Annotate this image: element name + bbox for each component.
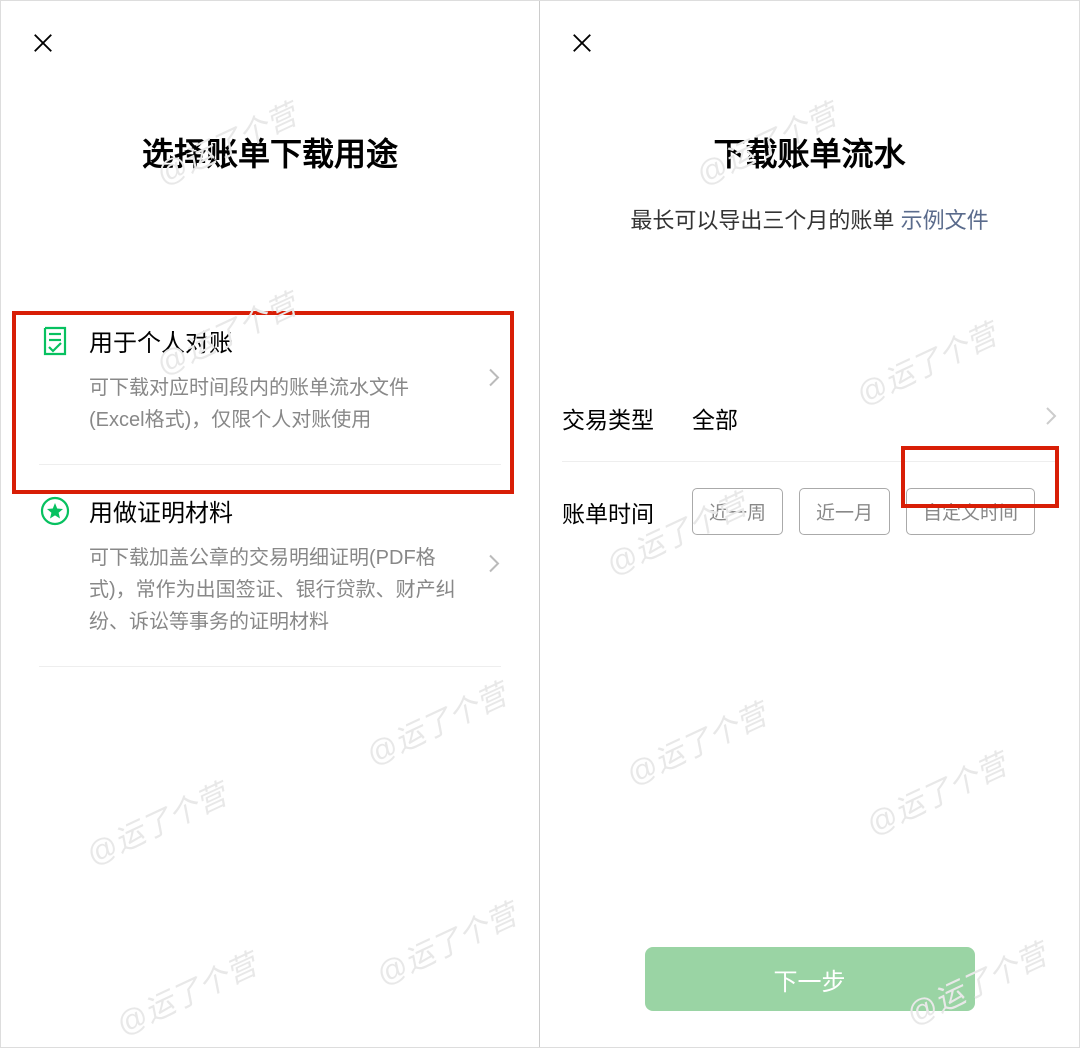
purpose-option-list: 用于个人对账 可下载对应时间段内的账单流水文件(Excel格式)，仅限个人对账使… bbox=[1, 295, 539, 667]
panel-select-purpose: 选择账单下载用途 用于个人对账 可下载对应时间段内的账单流水文件(Excel格式… bbox=[1, 1, 540, 1047]
star-badge-icon bbox=[39, 495, 71, 527]
close-icon bbox=[32, 32, 54, 54]
option-personal-reconciliation[interactable]: 用于个人对账 可下载对应时间段内的账单流水文件(Excel格式)，仅限个人对账使… bbox=[39, 295, 501, 465]
chevron-right-icon bbox=[1045, 406, 1057, 431]
page-title-right: 下载账单流水 bbox=[540, 129, 1079, 175]
subtitle-text: 最长可以导出三个月的账单 bbox=[630, 208, 894, 233]
row-statement-time: 账单时间 近一周 近一月 自定义时间 bbox=[562, 462, 1057, 561]
document-check-icon bbox=[39, 325, 71, 357]
setting-value: 全部 bbox=[692, 401, 1045, 435]
example-file-link[interactable]: 示例文件 bbox=[901, 208, 989, 233]
chevron-right-icon bbox=[487, 365, 501, 394]
time-btn-month[interactable]: 近一月 bbox=[799, 488, 890, 535]
close-button-right[interactable] bbox=[568, 29, 596, 57]
page-subtitle: 最长可以导出三个月的账单 示例文件 bbox=[540, 203, 1079, 235]
close-icon bbox=[571, 32, 593, 54]
setting-label: 账单时间 bbox=[562, 495, 692, 529]
row-transaction-type[interactable]: 交易类型 全部 bbox=[562, 375, 1057, 462]
option-proof-material[interactable]: 用做证明材料 可下载加盖公章的交易明细证明(PDF格式)，常作为出国签证、银行贷… bbox=[39, 465, 501, 667]
close-button-left[interactable] bbox=[29, 29, 57, 57]
setting-label: 交易类型 bbox=[562, 401, 692, 435]
option-desc: 可下载对应时间段内的账单流水文件(Excel格式)，仅限个人对账使用 bbox=[89, 372, 501, 436]
option-desc: 可下载加盖公章的交易明细证明(PDF格式)，常作为出国签证、银行贷款、财产纠纷、… bbox=[89, 542, 501, 638]
chevron-right-icon bbox=[487, 551, 501, 580]
app-container: 选择账单下载用途 用于个人对账 可下载对应时间段内的账单流水文件(Excel格式… bbox=[0, 0, 1080, 1048]
settings-list: 交易类型 全部 账单时间 近一周 近一月 自定义时间 bbox=[540, 375, 1079, 561]
option-title: 用做证明材料 bbox=[89, 493, 501, 528]
panel-download-statement: 下载账单流水 最长可以导出三个月的账单 示例文件 交易类型 全部 账单时间 近一… bbox=[540, 1, 1079, 1047]
time-range-buttons: 近一周 近一月 自定义时间 bbox=[692, 488, 1057, 535]
time-btn-week[interactable]: 近一周 bbox=[692, 488, 783, 535]
time-btn-custom[interactable]: 自定义时间 bbox=[906, 488, 1035, 535]
option-title: 用于个人对账 bbox=[89, 323, 501, 358]
page-title-left: 选择账单下载用途 bbox=[1, 129, 539, 175]
next-step-button[interactable]: 下一步 bbox=[645, 947, 975, 1011]
